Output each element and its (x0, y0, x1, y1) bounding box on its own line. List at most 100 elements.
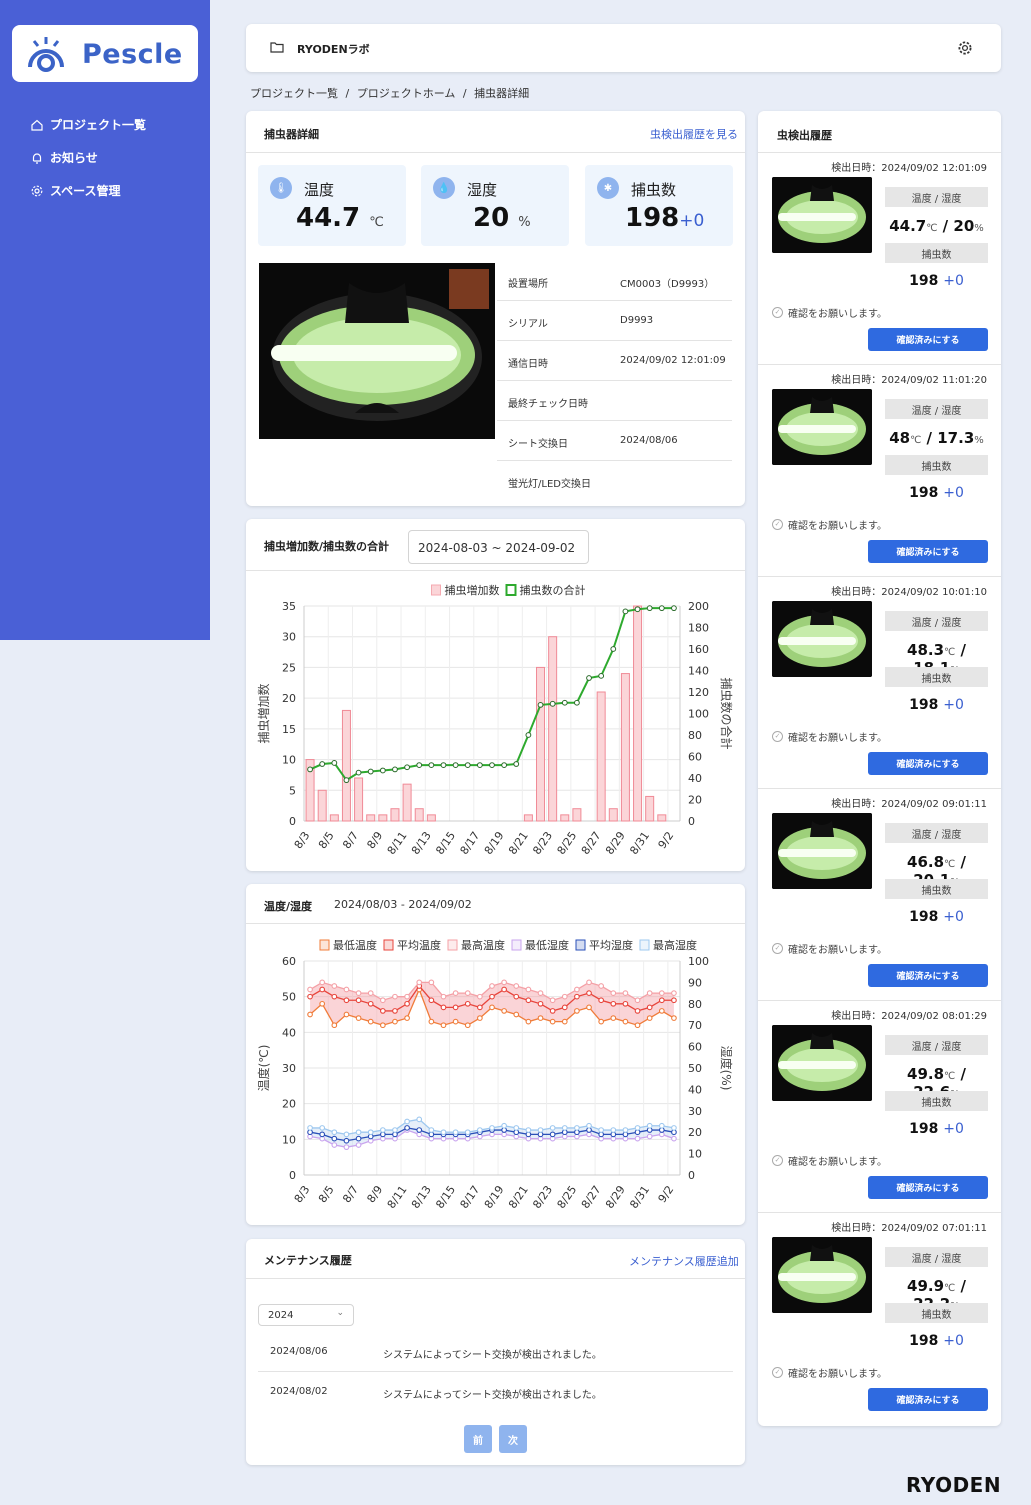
history-photo[interactable] (772, 1237, 872, 1313)
y-tick-right: 50 (688, 1062, 702, 1075)
point (477, 1127, 483, 1133)
point (319, 1000, 326, 1007)
point (379, 1008, 386, 1014)
point (319, 761, 326, 767)
point (574, 1008, 580, 1014)
point (464, 1129, 471, 1136)
bar (402, 783, 412, 822)
legend-label: 平均湿度 (589, 938, 633, 952)
legend-label: 捕虫増加数 (445, 583, 500, 597)
confirm-button[interactable]: 確認済みにする (868, 752, 988, 775)
history-count: 198 +0 (909, 909, 964, 925)
history-item: 検出日時：2024/09/02 09:01:11 温度 / 湿度 46.8℃ /… (758, 788, 1001, 1000)
point (525, 1127, 532, 1133)
point (671, 1125, 677, 1131)
gear-icon[interactable] (957, 40, 973, 56)
history-photo[interactable] (772, 601, 872, 677)
point (598, 983, 605, 989)
maintenance-title: メンテナンス履歴 (264, 1254, 352, 1267)
point (525, 997, 532, 1004)
x-tick-label: 9/2 (656, 829, 677, 851)
point (537, 1127, 544, 1133)
check-circle-icon: ✓ (772, 1155, 783, 1166)
check-circle-icon: ✓ (772, 307, 783, 318)
point (355, 769, 362, 776)
point (537, 701, 544, 708)
date-range-input[interactable]: 2024-08-03 ~ 2024-09-02 (408, 530, 589, 564)
sidebar-item-label: お知らせ (50, 151, 98, 165)
sidebar-item-space[interactable]: スペース管理 (30, 182, 121, 199)
confirm-button[interactable]: 確認済みにする (868, 1388, 988, 1411)
point (610, 646, 617, 652)
legend-swatch (447, 939, 458, 951)
history-time: 検出日時：2024/09/02 09:01:11 (831, 799, 987, 810)
prev-page-button[interactable]: 前 (464, 1425, 492, 1453)
bar (354, 777, 364, 822)
y-tick-right: 40 (688, 1083, 702, 1096)
breadcrumb-project-home[interactable]: プロジェクトホーム (357, 87, 456, 100)
point (634, 1125, 641, 1131)
point (561, 699, 568, 706)
temp-humidity-tag: 温度 / 湿度 (885, 823, 988, 843)
history-photo[interactable] (772, 1025, 872, 1101)
confirm-button[interactable]: 確認済みにする (868, 1176, 988, 1199)
y-tick-right: 140 (688, 665, 709, 678)
legend-swatch (431, 584, 441, 596)
point (392, 993, 398, 1000)
sidebar-item-notices[interactable]: お知らせ (30, 149, 98, 166)
x-tick-label: 8/29 (603, 829, 628, 857)
count-chart: 0 5 10 15 20 25 30 35 0 20 40 60 80 100 120 140 160 180 20… (256, 583, 734, 857)
confirm-request: ✓ 確認をお願いします。 (772, 1365, 887, 1380)
project-header: RYODENラボ (246, 24, 1001, 72)
confirm-request: ✓ 確認をお願いします。 (772, 941, 887, 956)
point (392, 1018, 398, 1025)
point (440, 993, 447, 1000)
point (513, 993, 520, 1000)
year-select[interactable]: 2024 ⌄ (258, 1304, 354, 1326)
confirm-request: ✓ 確認をお願いします。 (772, 729, 887, 744)
point (452, 1018, 459, 1025)
point (440, 1022, 447, 1029)
history-photo[interactable] (772, 389, 872, 465)
point (549, 1018, 556, 1025)
history-time: 検出日時：2024/09/02 11:01:20 (831, 375, 987, 386)
confirm-button[interactable]: 確認済みにする (868, 964, 988, 987)
x-tick-label: 8/21 (506, 829, 531, 857)
history-photo[interactable] (772, 177, 872, 253)
point (561, 1004, 568, 1011)
point (404, 1015, 410, 1021)
y-tick-right: 10 (688, 1148, 702, 1161)
app-logo[interactable]: Pescle (12, 25, 198, 82)
confirm-button[interactable]: 確認済みにする (868, 540, 988, 563)
point (671, 605, 677, 612)
point (549, 700, 556, 707)
point (307, 986, 313, 993)
point (658, 1008, 665, 1014)
history-link[interactable]: 虫検出履歴を見る (650, 126, 738, 142)
sidebar-item-projects[interactable]: プロジェクト一覧 (30, 116, 146, 133)
point (598, 997, 605, 1004)
point (501, 1122, 507, 1129)
point (646, 1122, 653, 1129)
point (477, 993, 483, 1000)
detail-title: 捕虫器詳細 (264, 128, 319, 141)
breadcrumb-projects[interactable]: プロジェクト一覧 (250, 87, 338, 100)
legend-swatch (383, 939, 394, 951)
history-time: 検出日時：2024/09/02 10:01:10 (831, 587, 987, 598)
add-maintenance-link[interactable]: メンテナンス履歴追加 (629, 1253, 739, 1269)
point (586, 990, 592, 996)
point (428, 1018, 435, 1025)
x-tick-label: 8/9 (364, 1183, 385, 1205)
point (549, 997, 556, 1004)
history-photo[interactable] (772, 813, 872, 889)
y-tick-right: 30 (688, 1105, 702, 1118)
check-circle-icon: ✓ (772, 943, 783, 954)
bell-icon (32, 152, 42, 164)
bar (426, 814, 436, 822)
point (379, 767, 386, 774)
confirm-button[interactable]: 確認済みにする (868, 328, 988, 351)
trap-photo[interactable] (259, 263, 495, 439)
next-page-button[interactable]: 次 (499, 1425, 527, 1453)
y-tick-right: 200 (688, 600, 709, 613)
point (622, 1127, 629, 1133)
